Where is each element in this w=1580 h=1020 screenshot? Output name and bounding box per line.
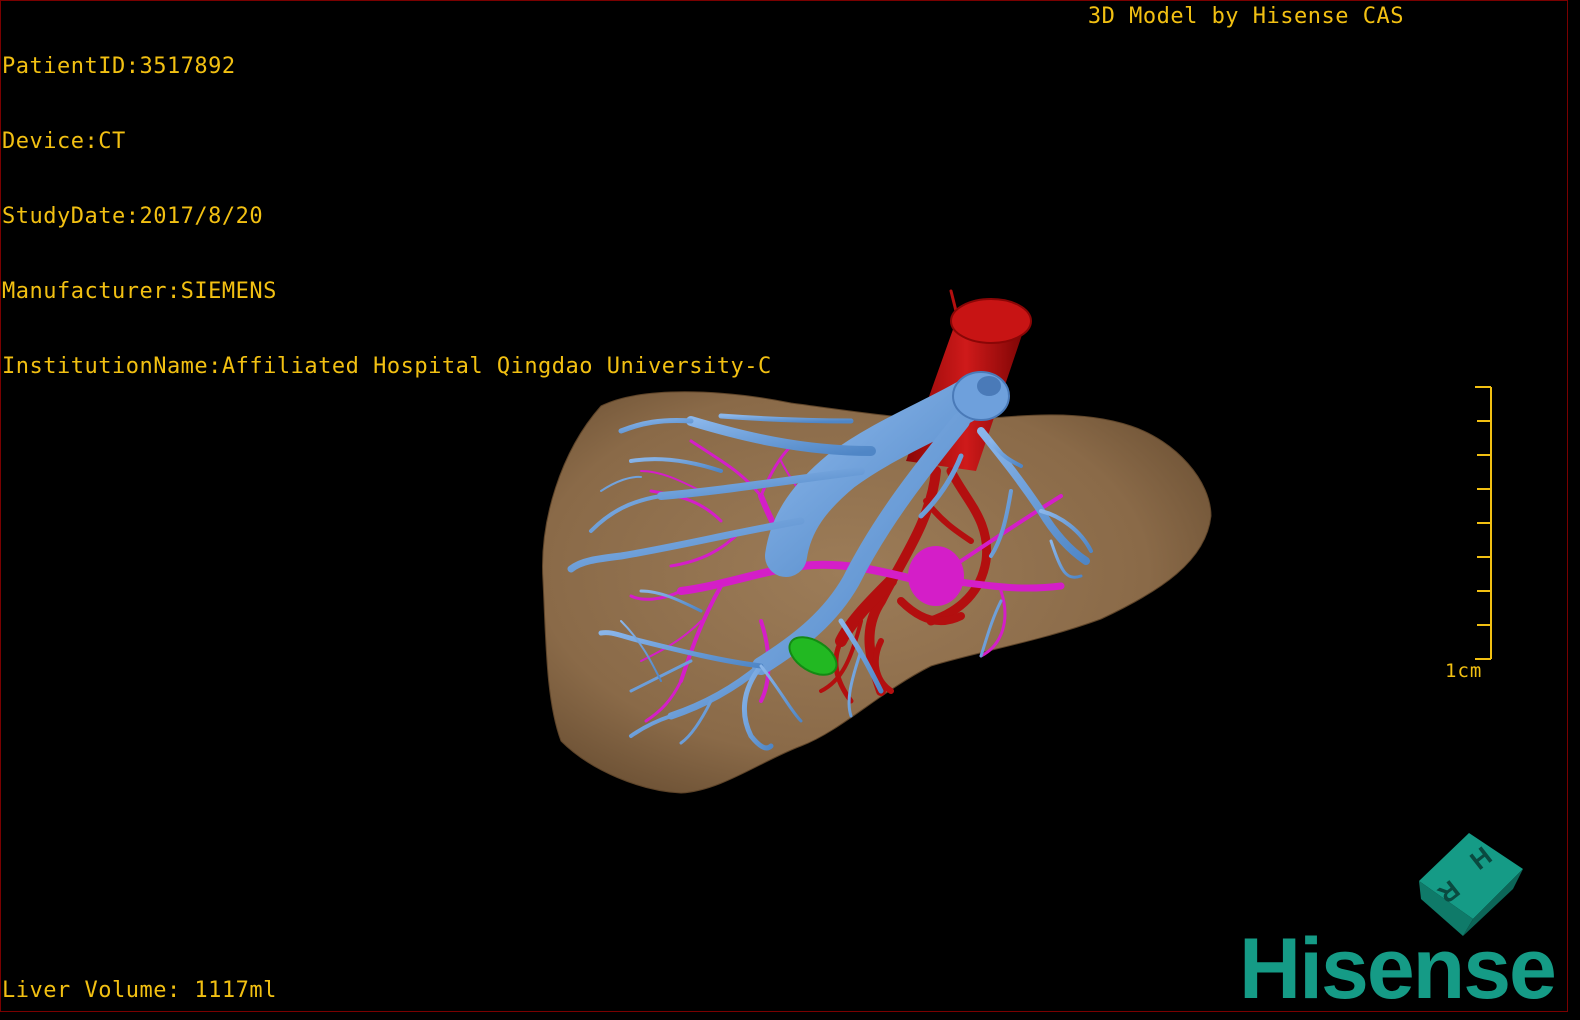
- scale-bar: [1475, 386, 1492, 660]
- study-date: StudyDate:2017/8/20: [2, 204, 264, 229]
- patient-id: PatientID:3517892: [2, 54, 236, 79]
- manufacturer: Manufacturer:SIEMENS: [2, 279, 277, 304]
- portal-vein-confluence: [908, 546, 964, 606]
- liver-volume: Liver Volume: 1117ml: [2, 978, 277, 1003]
- dicom-info-overlay: PatientID:3517892 Device:CT StudyDate:20…: [2, 4, 772, 429]
- 3d-viewport[interactable]: H R PatientID:3517892 Device:CT StudyDat…: [0, 0, 1568, 1012]
- institution-name: InstitutionName:Affiliated Hospital Qing…: [2, 354, 772, 379]
- scale-bar-label: 1cm: [1445, 660, 1483, 682]
- model-watermark: 3D Model by Hisense CAS: [1087, 4, 1404, 29]
- vein-lumen: [977, 376, 1001, 396]
- device: Device:CT: [2, 129, 126, 154]
- hisense-logo: Hisense: [1239, 921, 1557, 1012]
